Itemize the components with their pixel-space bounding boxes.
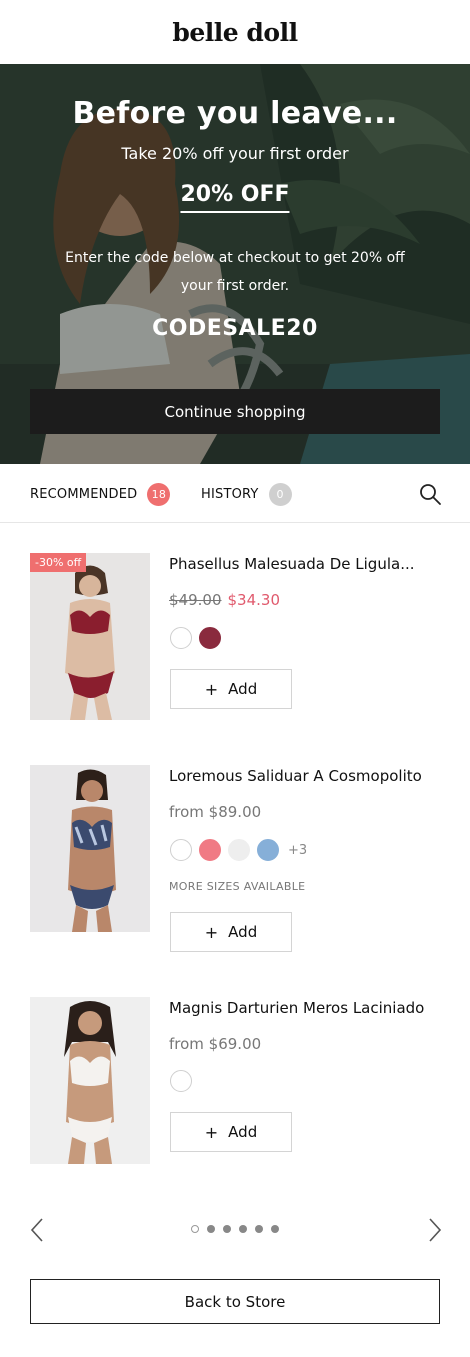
- product-photo: [30, 765, 150, 932]
- chevron-right-icon[interactable]: [424, 1217, 444, 1243]
- page-dot[interactable]: [191, 1225, 199, 1233]
- sale-price: $34.30: [227, 591, 281, 609]
- product-photo: [30, 997, 150, 1164]
- search-icon[interactable]: [418, 482, 442, 506]
- add-to-cart-button[interactable]: + Add: [170, 1112, 292, 1152]
- product-name[interactable]: Magnis Darturien Meros Laciniado: [169, 999, 424, 1017]
- color-swatches: +3: [170, 839, 307, 861]
- history-count-badge: 0: [268, 483, 292, 506]
- brand-logo[interactable]: belle doll: [172, 18, 298, 47]
- product-card: Loremous Saliduar A Cosmopolito from $89…: [30, 765, 440, 952]
- hero-title: Before you leave...: [72, 96, 398, 131]
- tab-history[interactable]: HISTORY 0: [201, 483, 292, 506]
- continue-shopping-button[interactable]: Continue shopping: [30, 389, 440, 434]
- product-price: from $89.00: [169, 803, 262, 821]
- product-image[interactable]: [30, 765, 150, 932]
- chevron-left-icon[interactable]: [28, 1217, 48, 1243]
- color-swatch-blue[interactable]: [257, 839, 279, 861]
- back-to-store-button[interactable]: Back to Store: [30, 1279, 440, 1324]
- product-price: $49.00 $34.30: [169, 591, 280, 609]
- add-button-label: Add: [228, 1123, 258, 1141]
- plus-icon: +: [204, 922, 219, 942]
- pagination-dots: [191, 1225, 287, 1233]
- hero-description: Enter the code below at checkout to get …: [65, 250, 405, 294]
- tab-recommended[interactable]: RECOMMENDED 18: [30, 483, 171, 506]
- color-swatch-white[interactable]: [170, 839, 192, 861]
- product-tabs: RECOMMENDED 18 HISTORY 0: [0, 464, 470, 523]
- hero-subtitle: Take 20% off your first order: [121, 144, 349, 163]
- add-button-label: Add: [228, 923, 258, 941]
- add-button-label: Add: [228, 680, 258, 698]
- product-price: from $69.00: [169, 1035, 262, 1053]
- carousel-pager: [0, 1215, 470, 1245]
- plus-icon: +: [204, 679, 219, 699]
- recommended-count-badge: 18: [147, 483, 171, 506]
- color-swatch-burgundy[interactable]: [199, 627, 221, 649]
- color-swatches: [170, 1070, 199, 1092]
- product-card: Magnis Darturien Meros Laciniado from $6…: [30, 997, 440, 1167]
- tab-history-label: HISTORY: [201, 487, 259, 502]
- add-to-cart-button[interactable]: + Add: [170, 669, 292, 709]
- page-dot[interactable]: [271, 1225, 279, 1233]
- product-card: -30% off Phasellus Malesuada De Ligula..…: [30, 553, 440, 723]
- discount-offer: 20% OFF: [180, 182, 290, 213]
- header: belle doll: [0, 0, 470, 64]
- product-image[interactable]: -30% off: [30, 553, 150, 720]
- color-swatch-white[interactable]: [170, 627, 192, 649]
- add-to-cart-button[interactable]: + Add: [170, 912, 292, 952]
- product-name[interactable]: Phasellus Malesuada De Ligula...: [169, 555, 415, 573]
- hero-content: Before you leave... Take 20% off your fi…: [0, 64, 470, 464]
- promo-code: CODESALE20: [152, 316, 318, 341]
- tab-recommended-label: RECOMMENDED: [30, 487, 138, 502]
- color-swatch-white[interactable]: [170, 1070, 192, 1092]
- page-dot[interactable]: [239, 1225, 247, 1233]
- exit-intent-banner: Before you leave... Take 20% off your fi…: [0, 64, 470, 464]
- more-sizes-note: MORE SIZES AVAILABLE: [169, 880, 306, 893]
- original-price: $49.00: [169, 591, 222, 609]
- page-dot[interactable]: [223, 1225, 231, 1233]
- color-swatch-coral[interactable]: [199, 839, 221, 861]
- more-colors-count[interactable]: +3: [288, 843, 307, 858]
- page-dot[interactable]: [255, 1225, 263, 1233]
- color-swatch-light-grey[interactable]: [228, 839, 250, 861]
- product-photo: [30, 553, 150, 720]
- page-dot[interactable]: [207, 1225, 215, 1233]
- plus-icon: +: [204, 1122, 219, 1142]
- discount-badge: -30% off: [30, 553, 87, 572]
- color-swatches: [170, 627, 228, 649]
- product-image[interactable]: [30, 997, 150, 1164]
- product-name[interactable]: Loremous Saliduar A Cosmopolito: [169, 767, 422, 785]
